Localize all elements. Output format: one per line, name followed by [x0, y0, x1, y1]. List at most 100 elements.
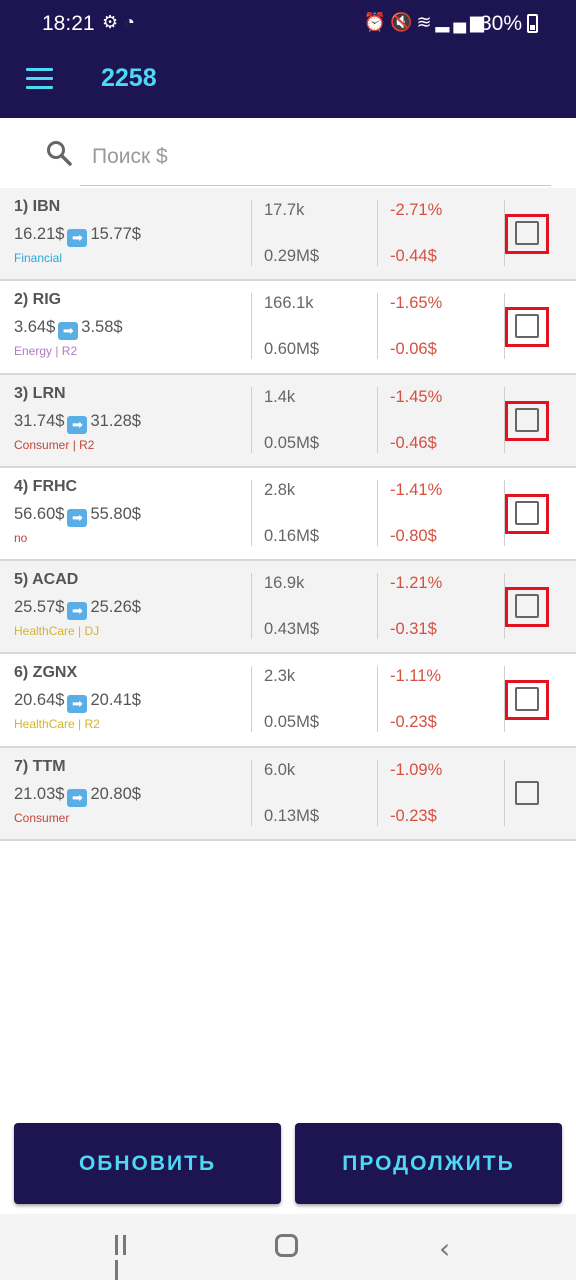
sector-label: Consumer: [14, 810, 70, 825]
stock-row[interactable]: 2) RIG 3.64$ ➡ 3.58$ Energy | R2 166.1k 0.…: [0, 281, 576, 375]
stock-prices: 21.03$ ➡ 20.80$: [14, 785, 141, 807]
arrow-right-icon: ➡: [58, 322, 79, 341]
money-value: 0.05M$: [264, 713, 320, 732]
stock-row[interactable]: 1) IBN 16.21$ ➡ 15.77$ Financial 17.7k 0.2…: [0, 188, 576, 282]
sector-label: HealthCare | R2: [14, 717, 100, 732]
dollar-change: -0.80$: [390, 526, 437, 545]
select-checkbox[interactable]: [515, 407, 539, 432]
checkbox-highlight: [505, 680, 549, 721]
price-to: 20.41$: [90, 691, 141, 710]
arrow-right-icon: ➡: [67, 415, 88, 434]
money-value: 0.05M$: [264, 433, 320, 452]
arrow-right-icon: ➡: [67, 602, 88, 621]
dollar-change: -0.06$: [390, 340, 437, 359]
arrow-right-icon: ➡: [67, 508, 88, 527]
select-checkbox[interactable]: [515, 780, 539, 805]
percent-change: -1.45%: [390, 387, 443, 406]
recent-apps-icon[interactable]: [115, 1235, 137, 1280]
column-divider: [251, 666, 252, 733]
stock-prices: 25.57$ ➡ 25.26$: [14, 598, 141, 621]
column-divider: [377, 573, 378, 640]
app-bar: 2258: [0, 48, 576, 118]
checkbox-highlight: [505, 587, 549, 628]
select-checkbox[interactable]: [515, 221, 539, 245]
stock-row[interactable]: 5) ACAD 25.57$ ➡ 25.26$ HealthCare | DJ 16…: [0, 561, 576, 655]
page-title: 2258: [101, 64, 157, 92]
system-nav-bar: ‹: [0, 1214, 576, 1280]
checkbox-highlight: [505, 214, 549, 254]
sector-label: no: [14, 530, 28, 545]
percent-change: -1.09%: [390, 760, 443, 779]
arrow-right-icon: ➡: [67, 788, 88, 807]
volume-value: 17.7k: [264, 201, 305, 219]
hamburger-menu-icon[interactable]: [26, 68, 53, 90]
checkbox-highlight: [505, 307, 549, 348]
column-divider: [251, 479, 252, 546]
price-to: 3.58$: [81, 318, 123, 337]
volume-value: 2.8k: [264, 480, 296, 499]
stock-ticker: 7) TTM: [14, 757, 66, 775]
price-from: 3.64$: [14, 318, 56, 337]
column-divider: [251, 293, 252, 360]
price-from: 56.60$: [14, 504, 65, 523]
continue-button[interactable]: ПРОДОЛЖИТЬ: [295, 1123, 562, 1204]
stock-row[interactable]: 4) FRHC 56.60$ ➡ 55.80$ no 2.8k 0.16M$ -1.…: [0, 467, 576, 562]
dollar-change: -0.31$: [390, 620, 437, 639]
status-bar: 18:21 ⚙◔ ⏰🔇≋▂▄▆ 30%: [0, 0, 576, 48]
select-checkbox[interactable]: [515, 687, 539, 712]
select-checkbox[interactable]: [515, 500, 539, 525]
dollar-change: -0.23$: [390, 713, 437, 732]
select-checkbox[interactable]: [515, 594, 539, 619]
column-divider: [251, 759, 252, 826]
volume-value: 2.3k: [264, 667, 296, 686]
column-divider: [377, 759, 378, 826]
mute-icon: 🔇: [390, 12, 417, 32]
column-divider: [251, 200, 252, 266]
money-value: 0.13M$: [264, 806, 320, 825]
percent-change: -1.41%: [390, 480, 443, 499]
battery-percent: 30%: [479, 12, 522, 35]
price-to: 25.26$: [90, 598, 141, 617]
sector-label: HealthCare | DJ: [14, 624, 100, 639]
column-divider: [377, 479, 378, 546]
search-input[interactable]: [80, 128, 551, 186]
stock-row[interactable]: 3) LRN 31.74$ ➡ 31.28$ Consumer | R2 1.4k …: [0, 374, 576, 468]
stock-prices: 56.60$ ➡ 55.80$: [14, 505, 141, 527]
money-value: 0.60M$: [264, 340, 320, 359]
volume-value: 6.0k: [264, 760, 296, 779]
stock-prices: 16.21$ ➡ 15.77$: [14, 225, 141, 247]
stock-ticker: 1) IBN: [14, 198, 61, 215]
column-divider: [377, 666, 378, 733]
column-divider: [377, 386, 378, 453]
stock-ticker: 5) ACAD: [14, 571, 79, 589]
price-from: 25.57$: [14, 598, 65, 617]
price-from: 31.74$: [14, 411, 65, 430]
checkbox-highlight: [505, 493, 549, 534]
percent-change: -1.21%: [390, 574, 443, 593]
dollar-change: -0.23$: [390, 806, 437, 825]
money-value: 0.16M$: [264, 526, 320, 545]
stock-ticker: 6) ZGNX: [14, 664, 78, 682]
money-value: 0.43M$: [264, 620, 320, 639]
price-to: 31.28$: [90, 411, 141, 430]
volume-value: 166.1k: [264, 294, 314, 313]
checkbox-highlight: [505, 400, 549, 441]
home-icon[interactable]: [275, 1234, 298, 1257]
refresh-button[interactable]: ОБНОВИТЬ: [14, 1123, 281, 1204]
select-checkbox[interactable]: [515, 314, 539, 339]
stock-row[interactable]: 7) TTM 21.03$ ➡ 20.80$ Consumer 6.0k 0.13M…: [0, 747, 576, 842]
settings-gear-icon: ⚙: [102, 12, 125, 32]
stock-prices: 3.64$ ➡ 3.58$: [14, 318, 123, 341]
price-from: 20.64$: [14, 691, 65, 710]
status-notification-icons: ⚙◔: [102, 12, 141, 33]
status-time: 18:21: [42, 12, 95, 35]
stock-ticker: 2) RIG: [14, 291, 62, 309]
battery-icon: [527, 14, 538, 33]
stock-row[interactable]: 6) ZGNX 20.64$ ➡ 20.41$ HealthCare | R2 2.…: [0, 654, 576, 748]
dollar-change: -0.44$: [390, 247, 437, 265]
status-system-icons: ⏰🔇≋▂▄▆: [364, 12, 488, 33]
stock-prices: 31.74$ ➡ 31.28$: [14, 412, 141, 434]
back-icon[interactable]: ‹: [439, 1232, 450, 1265]
volume-value: 1.4k: [264, 387, 296, 406]
stock-ticker: 4) FRHC: [14, 477, 78, 495]
